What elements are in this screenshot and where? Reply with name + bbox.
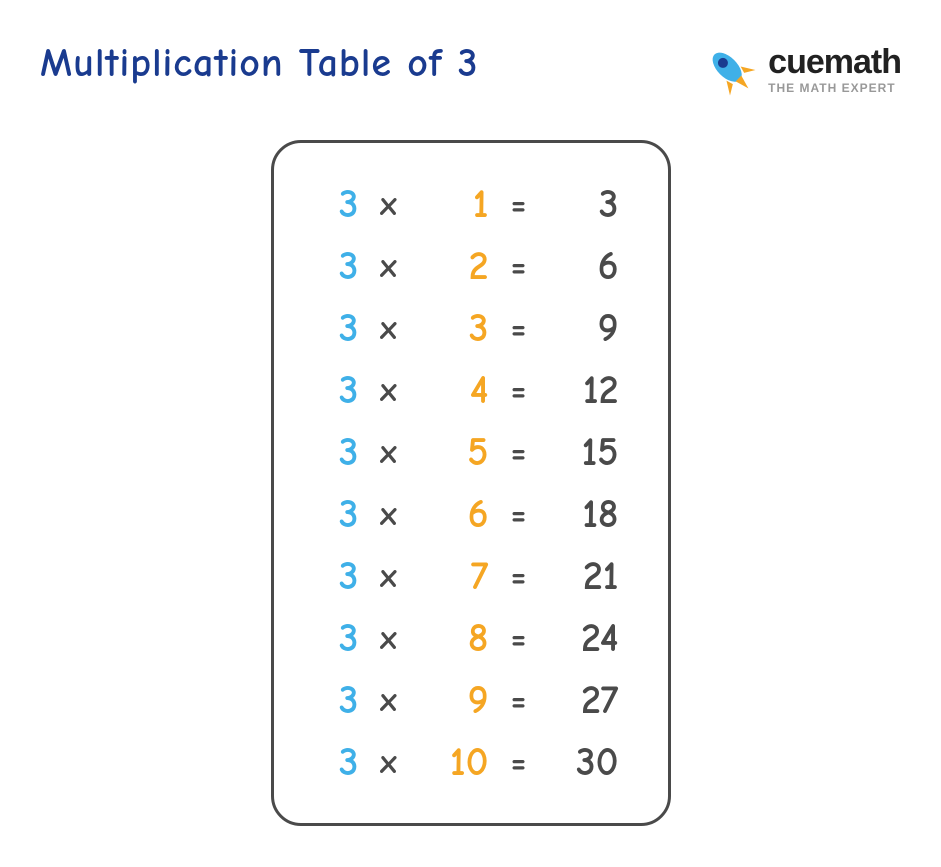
equals-sign: = bbox=[499, 612, 539, 665]
multiplier: 9 bbox=[419, 669, 489, 731]
multiplier: 8 bbox=[419, 607, 489, 669]
equals-sign: = bbox=[499, 736, 539, 789]
equals-sign: = bbox=[499, 364, 539, 417]
equals-sign: = bbox=[499, 426, 539, 479]
table-row: 3 x 4 = 12 bbox=[304, 359, 638, 421]
table-row: 3 x 10 = 30 bbox=[304, 731, 638, 793]
times-operator: x bbox=[369, 612, 409, 665]
equals-sign: = bbox=[499, 674, 539, 727]
multiplication-table: 3 x 1 = 3 3 x 2 = 6 3 x 3 = 9 3 x 4 = 12… bbox=[271, 140, 671, 826]
equals-sign: = bbox=[499, 550, 539, 603]
base-number: 3 bbox=[304, 731, 359, 793]
result: 18 bbox=[549, 483, 619, 545]
result: 15 bbox=[549, 421, 619, 483]
equals-sign: = bbox=[499, 178, 539, 231]
times-operator: x bbox=[369, 240, 409, 293]
result: 24 bbox=[549, 607, 619, 669]
base-number: 3 bbox=[304, 669, 359, 731]
table-row: 3 x 9 = 27 bbox=[304, 669, 638, 731]
table-row: 3 x 3 = 9 bbox=[304, 297, 638, 359]
times-operator: x bbox=[369, 674, 409, 727]
times-operator: x bbox=[369, 488, 409, 541]
header: Multiplication Table of 3 cuemath THE MA… bbox=[0, 0, 941, 100]
rocket-icon bbox=[700, 40, 760, 100]
brand-name-part1: cue bbox=[768, 43, 824, 81]
brand-text: cuemath THE MATH EXPERT bbox=[768, 45, 901, 95]
multiplier: 4 bbox=[419, 359, 489, 421]
base-number: 3 bbox=[304, 483, 359, 545]
result: 6 bbox=[549, 235, 619, 297]
base-number: 3 bbox=[304, 235, 359, 297]
table-row: 3 x 6 = 18 bbox=[304, 483, 638, 545]
times-operator: x bbox=[369, 550, 409, 603]
page-title: Multiplication Table of 3 bbox=[40, 40, 479, 86]
times-operator: x bbox=[369, 302, 409, 355]
base-number: 3 bbox=[304, 173, 359, 235]
result: 30 bbox=[549, 731, 619, 793]
result: 27 bbox=[549, 669, 619, 731]
base-number: 3 bbox=[304, 607, 359, 669]
result: 21 bbox=[549, 545, 619, 607]
multiplier: 2 bbox=[419, 235, 489, 297]
multiplier: 6 bbox=[419, 483, 489, 545]
result: 3 bbox=[549, 173, 619, 235]
brand-name: cuemath bbox=[768, 45, 901, 79]
base-number: 3 bbox=[304, 359, 359, 421]
result: 9 bbox=[549, 297, 619, 359]
multiplier: 1 bbox=[419, 173, 489, 235]
table-row: 3 x 1 = 3 bbox=[304, 173, 638, 235]
table-row: 3 x 5 = 15 bbox=[304, 421, 638, 483]
multiplier: 3 bbox=[419, 297, 489, 359]
times-operator: x bbox=[369, 736, 409, 789]
brand-logo: cuemath THE MATH EXPERT bbox=[700, 40, 901, 100]
result: 12 bbox=[549, 359, 619, 421]
times-operator: x bbox=[369, 426, 409, 479]
multiplier: 7 bbox=[419, 545, 489, 607]
brand-name-part2: math bbox=[824, 43, 901, 81]
multiplier: 10 bbox=[419, 731, 489, 793]
table-row: 3 x 8 = 24 bbox=[304, 607, 638, 669]
base-number: 3 bbox=[304, 421, 359, 483]
table-row: 3 x 2 = 6 bbox=[304, 235, 638, 297]
equals-sign: = bbox=[499, 240, 539, 293]
base-number: 3 bbox=[304, 297, 359, 359]
times-operator: x bbox=[369, 178, 409, 231]
table-row: 3 x 7 = 21 bbox=[304, 545, 638, 607]
times-operator: x bbox=[369, 364, 409, 417]
equals-sign: = bbox=[499, 488, 539, 541]
brand-tagline: THE MATH EXPERT bbox=[768, 81, 901, 95]
equals-sign: = bbox=[499, 302, 539, 355]
base-number: 3 bbox=[304, 545, 359, 607]
multiplier: 5 bbox=[419, 421, 489, 483]
